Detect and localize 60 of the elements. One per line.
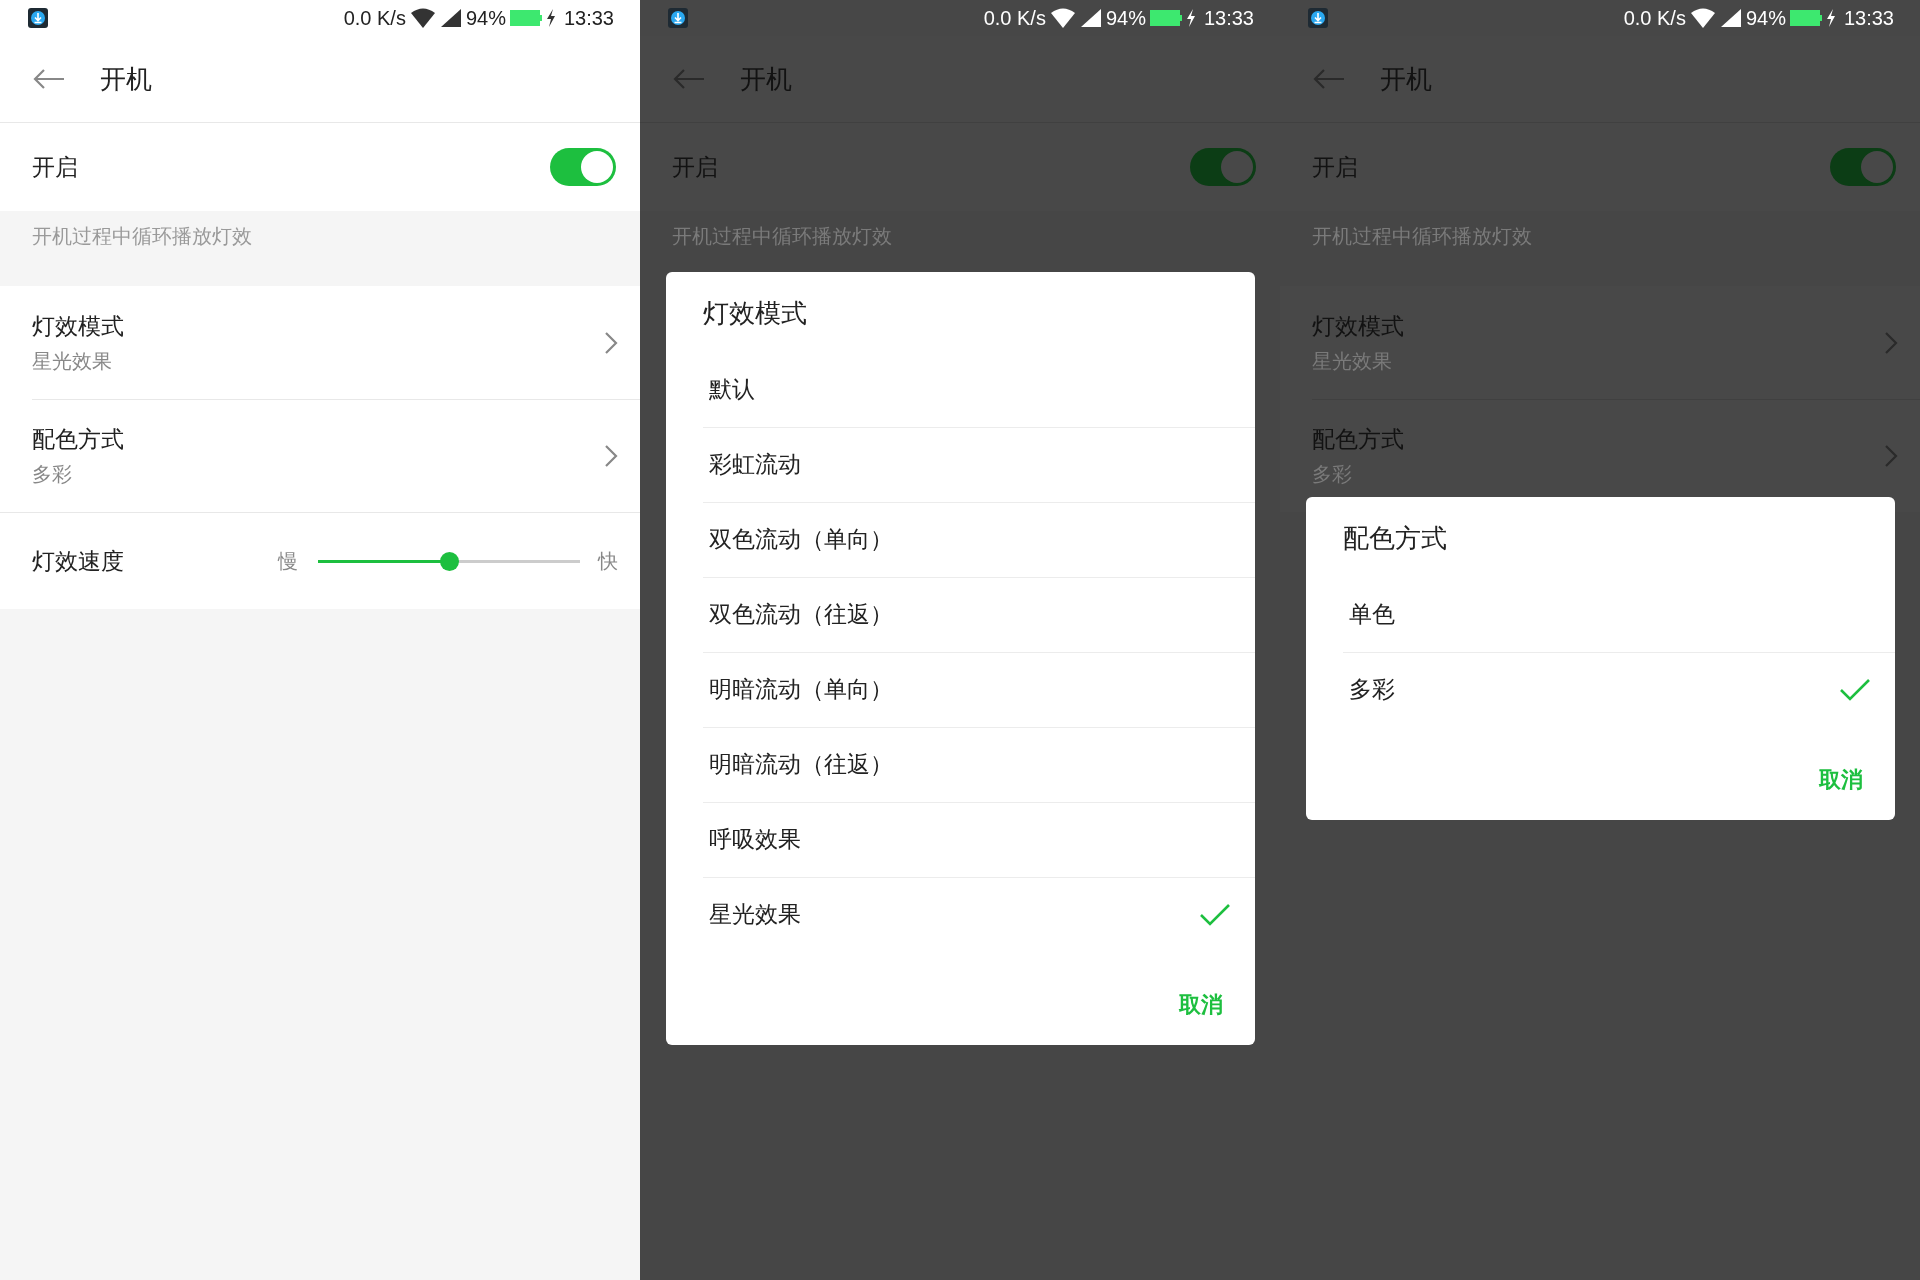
network-speed: 0.0 K/s (343, 6, 406, 30)
row-value: 星光效果 (32, 347, 113, 375)
fast-label: 快 (598, 547, 618, 575)
status-time: 13:33 (1843, 6, 1894, 30)
settings-row[interactable]: 灯效模式 星光效果 (0, 286, 640, 399)
battery-icon (1149, 10, 1182, 26)
charging-icon (1825, 9, 1836, 27)
wifi-icon (409, 7, 436, 29)
charging-icon (1185, 9, 1196, 27)
download-app-icon (28, 8, 48, 28)
dialog-option[interactable]: 呼吸效果 (702, 801, 1255, 877)
back-icon[interactable] (32, 68, 66, 90)
battery-icon (1789, 10, 1822, 26)
dialog-option[interactable]: 单色 (1342, 576, 1895, 652)
battery-percent: 94% (1105, 6, 1146, 30)
toggle-switch[interactable] (1830, 148, 1896, 186)
dialog-option[interactable]: 默认 (702, 351, 1255, 427)
toggle-label: 开启 (32, 152, 78, 182)
chevron-right-icon (604, 443, 618, 468)
dialog-option[interactable]: 多彩 (1342, 651, 1895, 727)
dialog-option[interactable]: 明暗流动（往返） (702, 726, 1255, 802)
row-value: 多彩 (32, 460, 73, 488)
signal-icon (439, 8, 462, 28)
toggle-switch[interactable] (550, 148, 616, 186)
download-app-icon (668, 8, 688, 28)
speed-slider[interactable] (318, 551, 580, 571)
battery-icon (509, 10, 542, 26)
download-app-icon (1308, 8, 1328, 28)
network-speed: 0.0 K/s (1623, 6, 1686, 30)
signal-icon (1719, 8, 1742, 28)
row-title: 配色方式 (32, 424, 124, 454)
slow-label: 慢 (278, 547, 298, 575)
dialog-option[interactable]: 彩虹流动 (702, 426, 1255, 502)
dialog-title: 灯效模式 (702, 297, 807, 330)
status-time: 13:33 (1203, 6, 1254, 30)
network-speed: 0.0 K/s (983, 6, 1046, 30)
battery-percent: 94% (1745, 6, 1786, 30)
back-icon[interactable] (672, 68, 706, 90)
description-text: 开机过程中循环播放灯效 (32, 224, 252, 248)
wifi-icon (1049, 7, 1076, 29)
status-time: 13:33 (563, 6, 614, 30)
toggle-switch[interactable] (1190, 148, 1256, 186)
signal-icon (1079, 8, 1102, 28)
charging-icon (545, 9, 556, 27)
settings-row[interactable]: 配色方式 多彩 (0, 399, 640, 512)
chevron-right-icon (1884, 330, 1898, 355)
dialog-title: 配色方式 (1342, 522, 1447, 555)
dialog-option[interactable]: 明暗流动（单向） (702, 651, 1255, 727)
dialog-option[interactable]: 星光效果 (702, 876, 1255, 952)
battery-percent: 94% (465, 6, 506, 30)
slider-thumb[interactable] (440, 552, 459, 571)
dialog-option[interactable]: 双色流动（单向） (702, 501, 1255, 577)
back-icon[interactable] (1312, 68, 1346, 90)
wifi-icon (1689, 7, 1716, 29)
chevron-right-icon (1884, 443, 1898, 468)
dialog-option[interactable]: 双色流动（往返） (702, 576, 1255, 652)
chevron-right-icon (604, 330, 618, 355)
row-title: 灯效模式 (32, 311, 124, 341)
speed-label: 灯效速度 (32, 546, 125, 576)
page-title: 开机 (100, 62, 152, 96)
